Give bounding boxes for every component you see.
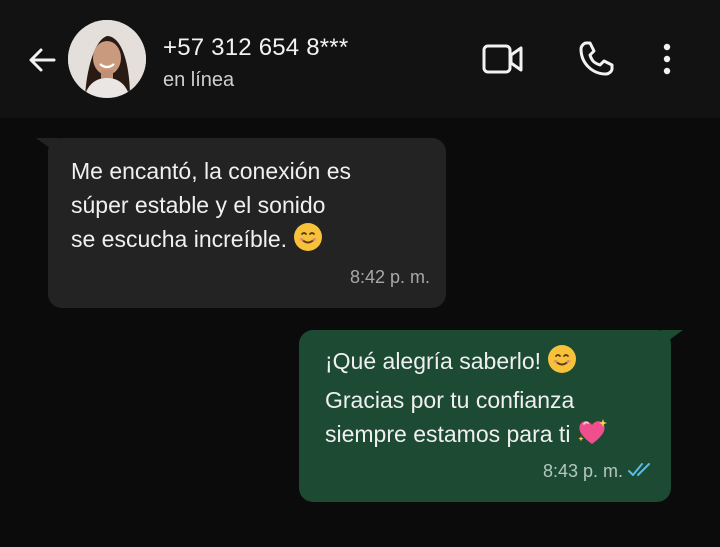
back-arrow-icon[interactable] <box>22 40 62 80</box>
bubble-tail <box>36 138 58 154</box>
read-double-check-icon <box>627 454 655 488</box>
outgoing-message-bubble[interactable]: ¡Qué alegría saberlo! Gracias por tu con… <box>299 330 683 502</box>
avatar[interactable] <box>68 20 146 98</box>
message-line: Me encantó, la conexión es <box>71 158 352 184</box>
message-line: ¡Qué alegría saberlo! <box>325 344 608 383</box>
online-status: en línea <box>163 69 235 91</box>
message-text: Me encantó, la conexión es súper estable… <box>71 154 351 261</box>
message-timestamp: 8:42 p. m. <box>349 267 430 287</box>
message-text: ¡Qué alegría saberlo! Gracias por tu con… <box>325 344 608 456</box>
bubble-tail <box>661 330 683 346</box>
message-line-text: siempre estamos para ti <box>325 421 571 447</box>
message-line: Gracias por tu confianza <box>325 387 575 413</box>
chat-header: +57 312 654 8*** en línea <box>0 0 720 118</box>
smiling-face-emoji-icon <box>547 344 577 383</box>
sparkling-heart-emoji-icon <box>576 417 608 456</box>
smiling-face-emoji-icon <box>293 222 323 261</box>
message-timestamp: 8:43 p. m. <box>542 461 623 481</box>
message-line: se escucha increíble. <box>71 222 351 261</box>
message-line: siempre estamos para ti <box>325 417 608 456</box>
contact-name[interactable]: +57 312 654 8*** <box>163 34 348 62</box>
message-line: súper estable y el sonido <box>71 192 326 218</box>
message-line-text: ¡Qué alegría saberlo! <box>325 348 542 374</box>
message-line-text: se escucha increíble. <box>71 226 288 252</box>
video-call-icon[interactable] <box>480 38 526 80</box>
phone-icon[interactable] <box>574 38 618 80</box>
more-options-icon[interactable] <box>654 38 680 80</box>
incoming-message-bubble[interactable]: Me encantó, la conexión es súper estable… <box>36 138 446 308</box>
